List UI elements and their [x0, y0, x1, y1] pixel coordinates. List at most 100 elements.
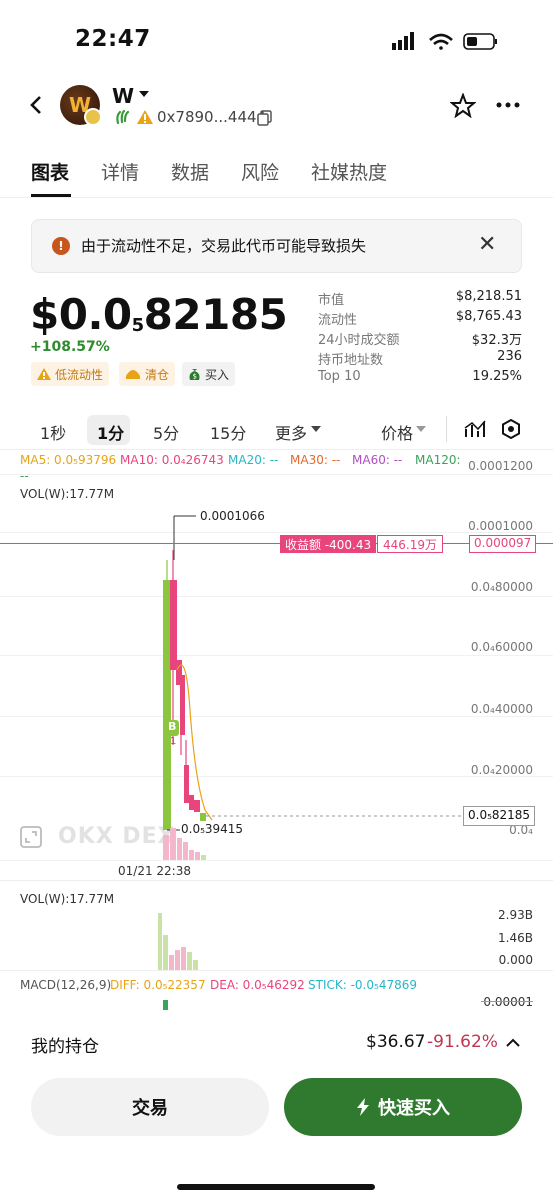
gridline — [0, 474, 553, 475]
candle — [184, 765, 189, 803]
chevron-up-icon[interactable] — [506, 1038, 520, 1048]
ma20-value: MA20: -- — [228, 453, 279, 467]
x-axis-time-label: 01/21 22:38 — [118, 864, 191, 878]
macd-label: MACD(12,26,9) — [20, 978, 112, 992]
timeframe-1s[interactable]: 1秒 — [40, 420, 66, 444]
divider — [0, 880, 553, 881]
stat-label-holders: 持币地址数 — [318, 353, 384, 368]
stat-label-top10: Top 10 — [318, 369, 361, 384]
divider — [0, 449, 553, 450]
signal-icon — [392, 32, 414, 50]
chevron-down-icon — [311, 426, 321, 432]
candle — [163, 580, 171, 830]
stat-value-top10: 19.25% — [472, 369, 522, 384]
stat-value-holders: 236 — [497, 349, 522, 364]
volume-panel-label: VOL(W):17.77M — [20, 892, 115, 906]
volume-label: VOL(W):17.77M — [20, 487, 115, 501]
holdings-label: 我的持仓 — [31, 1037, 99, 1057]
copy-icon[interactable] — [257, 110, 273, 126]
wave-hand-icon — [116, 109, 130, 125]
home-indicator — [177, 1184, 375, 1190]
tab-risk[interactable]: 风险 — [241, 158, 279, 185]
token-name[interactable]: W — [112, 84, 134, 108]
warning-triangle-icon — [37, 368, 51, 380]
current-price-box: 0.0₅82185 — [463, 806, 536, 826]
divider — [0, 970, 553, 971]
warning-text: 由于流动性不足，交易此代币可能导致损失 — [81, 237, 367, 255]
status-time: 22:47 — [75, 26, 151, 52]
candle — [189, 795, 194, 810]
divider — [0, 197, 553, 198]
candle — [200, 813, 206, 821]
stat-value-volume-24h: $32.3万 — [471, 333, 522, 348]
holdings-pnl: -91.62% — [427, 1032, 498, 1052]
chain-badge-icon — [84, 108, 102, 126]
low-price-label: 0.0₅39415 — [181, 822, 244, 836]
divider — [446, 416, 447, 442]
macd-dea: DEA: 0.0₅46292 — [210, 978, 305, 992]
candle — [180, 675, 185, 735]
profit-tag: 收益额 -400.43 — [280, 535, 377, 553]
y-axis-label: 0.0001200 — [468, 459, 533, 473]
indicator-icon[interactable] — [464, 419, 486, 439]
svg-text:$: $ — [193, 373, 197, 381]
more-icon[interactable] — [496, 102, 520, 108]
macd-stick: STICK: -0.0₅47869 — [308, 978, 417, 992]
dropdown-icon[interactable] — [139, 91, 149, 99]
ma120-value-cont: -- — [20, 469, 29, 483]
money-bag-icon: $ — [189, 369, 200, 381]
candle — [194, 800, 200, 812]
ma60-value: MA60: -- — [352, 453, 403, 467]
wifi-icon — [429, 33, 453, 50]
tab-chart[interactable]: 图表 — [31, 158, 69, 185]
price-toggle[interactable]: 价格 — [381, 420, 413, 444]
tag-clear-position[interactable]: 清仓 — [119, 362, 176, 386]
chevron-down-icon — [416, 426, 426, 432]
settings-hexagon-icon[interactable] — [501, 419, 521, 439]
tag-buy[interactable]: $ 买入 — [182, 362, 236, 386]
ma10-value: MA10: 0.0₄26743 — [120, 453, 224, 467]
position-price-box: 0.000097 — [469, 535, 537, 553]
macd-bar — [163, 1000, 168, 1010]
holdings-value: $36.67 — [366, 1032, 426, 1052]
quick-buy-button[interactable]: 快速买入 — [284, 1078, 522, 1136]
profit-value: 446.19万 — [377, 535, 443, 553]
high-price-label: 0.0001066 — [200, 509, 265, 523]
sell-all-icon — [126, 370, 140, 379]
warning-triangle-icon — [137, 110, 153, 124]
buy-marker-count: 1 — [170, 736, 177, 747]
back-icon[interactable] — [28, 94, 44, 116]
timeframe-5m[interactable]: 5分 — [153, 420, 179, 444]
macd-axis-label: 0.00001 — [483, 995, 533, 1009]
tab-details[interactable]: 详情 — [101, 158, 139, 185]
tab-social[interactable]: 社媒热度 — [311, 158, 387, 185]
stat-label-volume-24h: 24小时成交额 — [318, 333, 400, 348]
price-change: +108.57% — [30, 339, 110, 355]
ma30-value: MA30: -- — [290, 453, 341, 467]
timeframe-15m[interactable]: 15分 — [210, 420, 246, 444]
stat-value-liquidity: $8,765.43 — [455, 309, 522, 324]
volume-chart[interactable] — [0, 905, 553, 970]
contract-address[interactable]: 0x7890...4444 — [157, 108, 266, 126]
stat-value-market-cap: $8,218.51 — [455, 289, 522, 304]
candle — [170, 580, 177, 670]
tab-data[interactable]: 数据 — [171, 158, 209, 185]
macd-axis-tick — [481, 1001, 533, 1002]
timeframe-more[interactable]: 更多 — [275, 420, 307, 444]
ma5-value: MA5: 0.0₅93796 — [20, 453, 117, 467]
timeframe-1m[interactable]: 1分 — [97, 420, 124, 444]
status-icons — [392, 32, 497, 50]
tag-low-liquidity[interactable]: 低流动性 — [31, 362, 110, 386]
token-price: $0.0582185 — [30, 290, 288, 339]
star-icon[interactable] — [450, 93, 476, 118]
ma120-value: MA120: — [415, 453, 461, 467]
trade-button[interactable]: 交易 — [31, 1078, 269, 1136]
stat-label-liquidity: 流动性 — [318, 313, 358, 328]
battery-icon — [463, 33, 497, 50]
stat-label-market-cap: 市值 — [318, 293, 345, 308]
buy-marker-text: B — [168, 720, 177, 733]
macd-diff: DIFF: 0.0₅22357 — [110, 978, 206, 992]
close-icon[interactable]: ✕ — [478, 232, 496, 257]
lightning-icon — [357, 1098, 369, 1116]
alert-icon: ! — [52, 237, 70, 255]
